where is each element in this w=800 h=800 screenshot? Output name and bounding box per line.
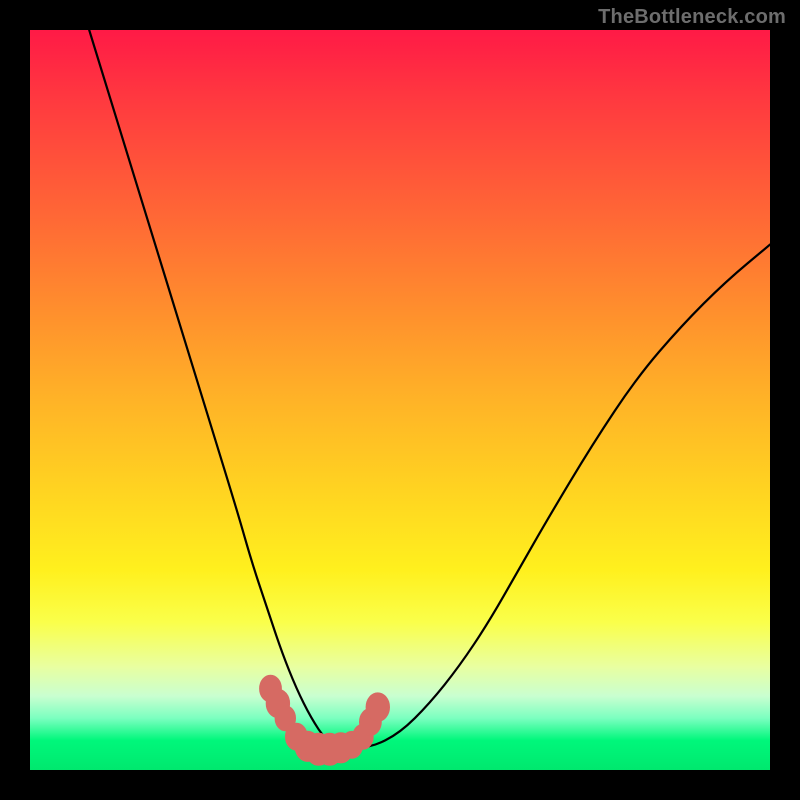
chart-frame: TheBottleneck.com: [0, 0, 800, 800]
chart-plot-area: [30, 30, 770, 770]
chart-marker: [366, 693, 389, 721]
chart-overlay: [30, 30, 770, 770]
chart-markers: [260, 675, 390, 765]
chart-curve: [89, 30, 770, 748]
watermark-text: TheBottleneck.com: [598, 6, 786, 29]
